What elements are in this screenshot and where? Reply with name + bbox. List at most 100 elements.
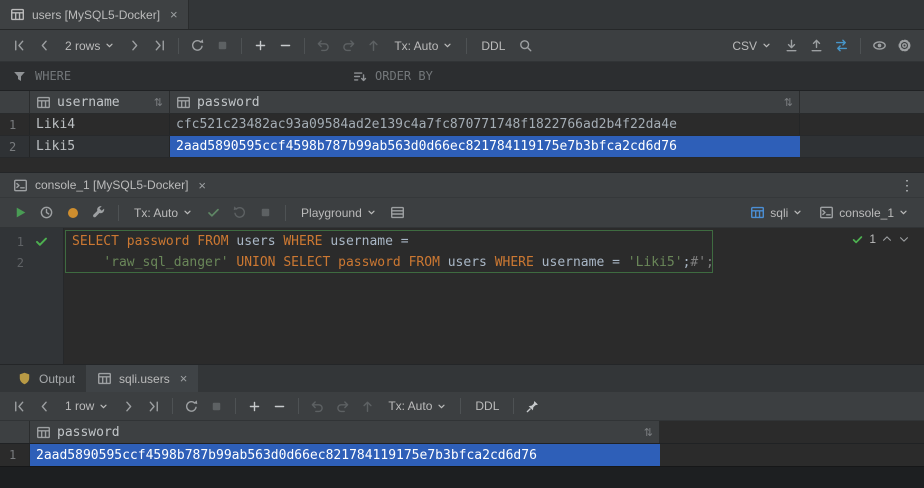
run-button[interactable] bbox=[9, 201, 32, 224]
export-button[interactable] bbox=[780, 34, 803, 57]
close-icon[interactable]: × bbox=[180, 372, 188, 385]
row-count-label: 1 row bbox=[65, 399, 94, 413]
reload-button[interactable] bbox=[180, 395, 203, 418]
previous-page-button[interactable] bbox=[33, 34, 56, 57]
close-icon[interactable]: × bbox=[198, 179, 206, 192]
delete-row-button[interactable] bbox=[268, 395, 291, 418]
tab-output[interactable]: Output bbox=[6, 365, 86, 392]
chevron-down-icon[interactable] bbox=[898, 233, 910, 245]
last-row-icon bbox=[152, 38, 167, 53]
next-page-button[interactable] bbox=[117, 395, 140, 418]
parameters-button[interactable] bbox=[61, 201, 84, 224]
tx-mode-dropdown[interactable]: Tx: Auto bbox=[381, 399, 453, 413]
row-count-dropdown[interactable]: 2 rows bbox=[58, 39, 121, 53]
more-options-icon[interactable]: ⋮ bbox=[898, 177, 916, 194]
tab-users[interactable]: users [MySQL5-Docker] × bbox=[0, 0, 189, 29]
csv-format-dropdown[interactable]: CSV bbox=[725, 39, 778, 53]
schema-table-icon bbox=[750, 205, 765, 220]
commit-button[interactable] bbox=[202, 201, 225, 224]
next-page-button[interactable] bbox=[123, 34, 146, 57]
chevron-left-icon bbox=[37, 399, 52, 414]
chevron-down-icon bbox=[367, 208, 376, 217]
add-row-button[interactable] bbox=[243, 395, 266, 418]
undo-button[interactable] bbox=[306, 395, 329, 418]
editor-gutter: 1 2 bbox=[0, 228, 64, 364]
chevron-down-icon bbox=[99, 402, 108, 411]
reload-button[interactable] bbox=[186, 34, 209, 57]
execution-status: 1 bbox=[851, 232, 910, 246]
column-icon bbox=[36, 95, 51, 110]
pin-results-button[interactable] bbox=[521, 395, 544, 418]
editor-tab-bar: users [MySQL5-Docker] × bbox=[0, 0, 924, 30]
cell-username[interactable]: Liki4 bbox=[30, 114, 170, 135]
stop-button[interactable] bbox=[211, 34, 234, 57]
console-toolbar: Tx: Auto Playground sqli console_1 bbox=[0, 198, 924, 228]
ddl-button[interactable]: DDL bbox=[468, 399, 506, 413]
console-settings-button[interactable] bbox=[87, 201, 110, 224]
sort-toggle-icon[interactable]: ⇅ bbox=[644, 426, 653, 439]
session-dropdown[interactable]: console_1 bbox=[812, 205, 915, 220]
chevron-up-icon[interactable] bbox=[881, 233, 893, 245]
where-filter[interactable]: WHERE bbox=[0, 62, 340, 90]
wrench-icon bbox=[91, 205, 106, 220]
first-row-button[interactable] bbox=[8, 34, 31, 57]
upload-icon bbox=[809, 38, 824, 53]
download-icon bbox=[784, 38, 799, 53]
chevron-left-icon bbox=[37, 38, 52, 53]
cell-password[interactable]: cfc521c23482ac93a09584ad2e139c4a7fc87077… bbox=[170, 114, 800, 135]
redo-button[interactable] bbox=[331, 395, 354, 418]
output-layout-button[interactable] bbox=[386, 201, 409, 224]
plus-icon bbox=[247, 399, 262, 414]
output-grid-header: password ⇅ bbox=[0, 421, 924, 444]
stop-button[interactable] bbox=[254, 201, 277, 224]
column-header-password[interactable]: password ⇅ bbox=[170, 91, 800, 113]
cell-password-selected[interactable]: 2aad5890595ccf4598b787b99ab563d0d66ec821… bbox=[30, 444, 660, 466]
table-row: 1 2aad5890595ccf4598b787b99ab563d0d66ec8… bbox=[0, 444, 924, 466]
import-button[interactable] bbox=[805, 34, 828, 57]
transpose-button[interactable] bbox=[830, 34, 853, 57]
last-row-button[interactable] bbox=[142, 395, 165, 418]
settings-button[interactable] bbox=[893, 34, 916, 57]
arrow-up-icon bbox=[360, 399, 375, 414]
playground-dropdown[interactable]: Playground bbox=[294, 206, 383, 220]
tab-console1[interactable]: console_1 [MySQL5-Docker] × bbox=[4, 173, 215, 197]
first-row-button[interactable] bbox=[8, 395, 31, 418]
delete-row-button[interactable] bbox=[274, 34, 297, 57]
previous-page-button[interactable] bbox=[33, 395, 56, 418]
cell-username[interactable]: Liki5 bbox=[30, 136, 170, 157]
code-line: 'raw_sql_danger' UNION SELECT password F… bbox=[64, 252, 924, 273]
arrow-up-icon bbox=[366, 38, 381, 53]
order-by-filter[interactable]: ORDER BY bbox=[340, 62, 924, 90]
reload-icon bbox=[184, 399, 199, 414]
chevron-down-icon bbox=[183, 208, 192, 217]
last-row-button[interactable] bbox=[148, 34, 171, 57]
add-row-button[interactable] bbox=[249, 34, 272, 57]
redo-button[interactable] bbox=[337, 34, 360, 57]
ddl-button[interactable]: DDL bbox=[474, 39, 512, 53]
search-button[interactable] bbox=[514, 34, 537, 57]
submit-button[interactable] bbox=[362, 34, 385, 57]
preview-button[interactable] bbox=[868, 34, 891, 57]
cell-password-selected[interactable]: 2aad5890595ccf4598b787b99ab563d0d66ec821… bbox=[170, 136, 800, 157]
column-header-username[interactable]: username ⇅ bbox=[30, 91, 170, 113]
gear-icon bbox=[897, 38, 912, 53]
tx-mode-dropdown[interactable]: Tx: Auto bbox=[127, 206, 199, 220]
history-button[interactable] bbox=[35, 201, 58, 224]
editor-code-area[interactable]: SELECT password FROM users WHERE usernam… bbox=[64, 228, 924, 364]
chevron-right-icon bbox=[121, 399, 136, 414]
close-icon[interactable]: × bbox=[170, 8, 178, 21]
sql-editor[interactable]: 1 2 SELECT password FROM users WHERE use… bbox=[0, 228, 924, 364]
result-grid: username ⇅ password ⇅ 1 Liki4 cfc521c234… bbox=[0, 91, 924, 158]
submit-button[interactable] bbox=[356, 395, 379, 418]
rollback-button[interactable] bbox=[228, 201, 251, 224]
sort-toggle-icon[interactable]: ⇅ bbox=[784, 96, 793, 109]
stop-button[interactable] bbox=[205, 395, 228, 418]
row-count-dropdown[interactable]: 1 row bbox=[58, 399, 115, 413]
undo-button[interactable] bbox=[312, 34, 335, 57]
column-header-password[interactable]: password ⇅ bbox=[30, 421, 660, 443]
tab-sqli-users[interactable]: sqli.users × bbox=[86, 365, 198, 392]
schema-dropdown[interactable]: sqli bbox=[743, 205, 809, 220]
divider bbox=[235, 398, 236, 414]
sort-toggle-icon[interactable]: ⇅ bbox=[154, 96, 163, 109]
tx-mode-dropdown[interactable]: Tx: Auto bbox=[387, 39, 459, 53]
